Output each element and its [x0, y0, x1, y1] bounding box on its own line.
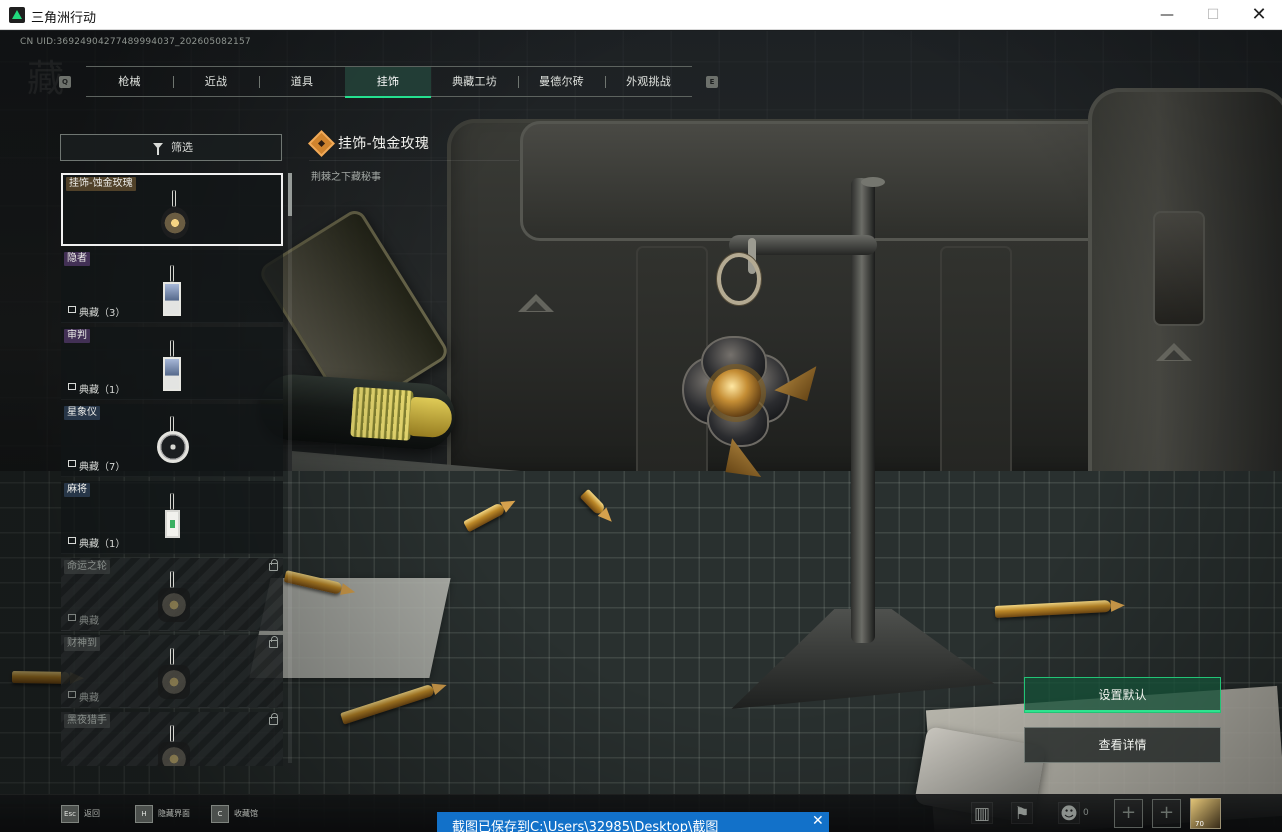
add-button[interactable]: + — [1114, 799, 1143, 828]
tab-charms[interactable]: 挂饰 — [345, 67, 431, 98]
charm-list-item-judgment[interactable]: 审判 典藏（1） — [61, 327, 283, 400]
tab-melee[interactable]: 近战 — [173, 67, 259, 98]
orange-quality-icon — [308, 130, 335, 157]
item-label: 麻将 — [64, 483, 90, 497]
mahjong-charm-icon — [156, 490, 190, 548]
close-window-button[interactable]: ✕ — [1236, 0, 1282, 30]
tab-guns[interactable]: 枪械 — [86, 67, 173, 98]
delta-force-app-icon — [9, 7, 25, 23]
charm-list-scrollbar[interactable] — [288, 173, 292, 763]
display-stand-top — [861, 177, 885, 187]
collection-count: 典藏 — [66, 689, 99, 704]
spray-can-cap — [408, 396, 454, 439]
item-label: 审判 — [64, 329, 90, 343]
item-label: 挂饰-蚀金玫瑰 — [66, 177, 136, 191]
toast-close-button[interactable]: ✕ — [812, 813, 824, 829]
god-of-wealth-charm-icon — [156, 645, 190, 703]
screenshot-saved-toast: 截图已保存到C:\Users\32985\Desktop\截图 ✕ — [437, 812, 829, 832]
weapon-case-lid — [520, 121, 1130, 241]
image-icon — [68, 460, 76, 467]
lock-icon — [269, 636, 278, 648]
collection-count: 典藏（1） — [66, 535, 125, 550]
tab-right-shortcut: E — [706, 76, 718, 88]
lock-icon — [269, 559, 278, 571]
collection-count: 典藏 — [66, 612, 99, 627]
player-level: 70 — [1195, 820, 1204, 828]
stats-icon[interactable]: ▥ — [971, 802, 993, 824]
set-default-button[interactable]: 设置默认 — [1024, 677, 1221, 713]
item-label: 命运之轮 — [64, 560, 110, 574]
gold-rose-center — [711, 369, 761, 417]
maximize-button[interactable]: ☐ — [1190, 0, 1236, 30]
tab-collection-workshop[interactable]: 典藏工坊 — [431, 67, 518, 98]
window-titlebar: 三角洲行动 — ☐ ✕ — [0, 0, 1282, 30]
gold-rose-charm — [670, 326, 805, 476]
collection-count: 典藏（3） — [66, 304, 125, 319]
minimize-button[interactable]: — — [1144, 0, 1190, 30]
collection-watermark: 藏 — [27, 57, 64, 100]
game-window: 三角洲行动 — ☐ ✕ CN UID:36924904277489994037_… — [0, 0, 1282, 832]
gold-rose-charm-thumbnail — [158, 187, 192, 245]
judgment-card-charm-icon — [156, 337, 190, 395]
window-title: 三角洲行动 — [31, 11, 97, 26]
spray-can-label — [350, 386, 414, 441]
lock-icon — [269, 713, 278, 725]
charm-list[interactable]: 挂饰-蚀金玫瑰 隐者 典藏（3） 审判 典藏（1） 星象仪 典藏（7） 麻将 典… — [61, 173, 283, 766]
charm-description: 荆棘之下藏秘事 — [311, 172, 381, 183]
charm-list-item-astrolabe[interactable]: 星象仪 典藏（7） — [61, 404, 283, 477]
charm-list-item-gold-rose[interactable]: 挂饰-蚀金玫瑰 — [61, 173, 283, 246]
image-icon — [68, 691, 76, 698]
scrollbar-thumb[interactable] — [288, 173, 292, 216]
image-icon — [68, 306, 76, 313]
image-icon — [68, 383, 76, 390]
add-button[interactable]: + — [1152, 799, 1181, 828]
collection-count: 典藏（7） — [66, 458, 125, 473]
tab-mandel-brick[interactable]: 曼德尔砖 — [518, 67, 605, 98]
wheel-of-fate-charm-icon — [156, 568, 190, 626]
tab-appearance-challenge[interactable]: 外观挑战 — [605, 67, 692, 98]
friend-count: 0 — [1083, 808, 1089, 818]
case-latch — [1153, 211, 1205, 326]
collection-hall-hint[interactable]: C 收藏馆 — [211, 805, 258, 823]
view-details-button[interactable]: 查看详情 — [1024, 727, 1221, 763]
charm-list-item-wheel-of-fate[interactable]: 命运之轮 典藏 — [61, 558, 283, 631]
item-label: 星象仪 — [64, 406, 100, 420]
collection-count: 典藏（1） — [66, 381, 125, 396]
case-arrow-icon — [1156, 343, 1192, 361]
tab-props[interactable]: 道具 — [259, 67, 345, 98]
charm-list-item-mahjong[interactable]: 麻将 典藏（1） — [61, 481, 283, 554]
escape-return-hint[interactable]: Esc 返回 — [61, 805, 100, 823]
filter-button[interactable]: 筛选 — [60, 134, 282, 161]
flag-icon[interactable]: ⚑ — [1011, 802, 1033, 824]
astrolabe-charm-icon — [156, 413, 190, 471]
toast-message: 截图已保存到C:\Users\32985\Desktop\截图 — [452, 820, 719, 832]
item-label: 财神到 — [64, 637, 100, 651]
charm-list-item-hermit[interactable]: 隐者 典藏（3） — [61, 250, 283, 323]
image-icon — [68, 537, 76, 544]
case-rib — [940, 246, 1012, 491]
case-arrow-icon — [518, 294, 554, 312]
charm-ring — [717, 253, 761, 305]
hermit-card-charm-icon — [156, 262, 190, 320]
friends-icon[interactable]: ☻ — [1058, 802, 1080, 824]
uid-label: CN UID:36924904277489994037_202605082157 — [20, 37, 251, 47]
charm-name: 挂饰-蚀金玫瑰 — [338, 136, 430, 152]
item-label: 隐者 — [64, 252, 90, 266]
charm-list-item-night-hunter[interactable]: 黑夜猎手 — [61, 712, 283, 766]
player-avatar[interactable]: 70 — [1190, 798, 1221, 829]
item-label: 黑夜猎手 — [64, 714, 110, 728]
category-tabs: 枪械 近战 道具 挂饰 典藏工坊 曼德尔砖 外观挑战 — [86, 66, 692, 98]
filter-label: 筛选 — [171, 141, 193, 154]
hide-ui-hint[interactable]: H 隐藏界面 — [135, 805, 190, 823]
funnel-icon — [153, 143, 163, 155]
night-hunter-charm-icon — [156, 722, 190, 766]
selected-charm-title: 挂饰-蚀金玫瑰 — [308, 130, 519, 161]
image-icon — [68, 614, 76, 621]
charm-list-item-god-of-wealth[interactable]: 财神到 典藏 — [61, 635, 283, 708]
charm-sidebar: 筛选 挂饰-蚀金玫瑰 隐者 典藏（3） 审判 典藏（1） 星象仪 典藏（7） 麻… — [59, 131, 291, 766]
